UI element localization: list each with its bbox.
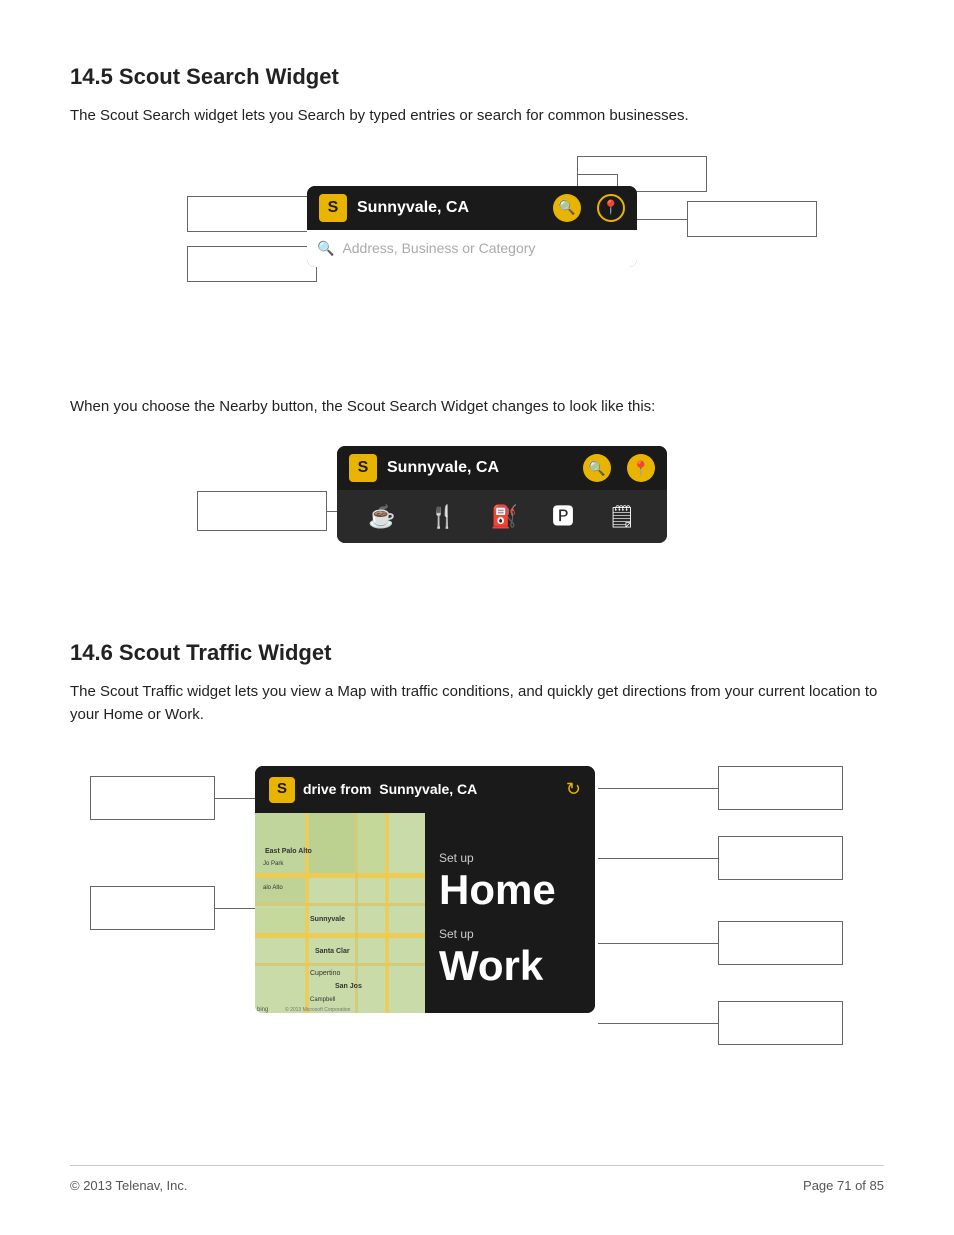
page-container: 14.5 Scout Search Widget The Scout Searc…: [0, 0, 954, 1186]
callout-line-tl1: [215, 798, 255, 799]
page-footer: © 2013 Telenav, Inc. Page 71 of 85: [70, 1165, 884, 1196]
search-bar-placeholder[interactable]: Address, Business or Category: [342, 238, 535, 259]
callout-box-nearby: [197, 491, 327, 531]
coffee-icon[interactable]: ☕: [368, 500, 395, 533]
footer-copyright: © 2013 Telenav, Inc.: [70, 1176, 188, 1196]
home-text[interactable]: Home: [439, 869, 581, 911]
svg-text:Cupertino: Cupertino: [310, 970, 340, 977]
svg-text:Santa Clar: Santa Clar: [315, 948, 350, 955]
scout-nearby-search-icon[interactable]: 🔍: [583, 454, 611, 482]
scout-logo-nearby: S: [349, 454, 377, 482]
scout-nearby-icon[interactable]: 📍: [597, 194, 625, 222]
scout-nearby-widget: S Sunnyvale, CA 🔍 📍 ☕ 🍴 ⛽ 🅿 🗒: [337, 446, 667, 543]
section-14-6-description: The Scout Traffic widget lets you view a…: [70, 681, 884, 726]
refresh-icon[interactable]: ↻: [566, 776, 581, 803]
callout-box-tr3: [718, 921, 843, 965]
scout-nearby-header: S Sunnyvale, CA 🔍 📍: [337, 446, 667, 490]
traffic-header-text: drive from Sunnyvale, CA: [303, 779, 566, 800]
traffic-header: S drive from Sunnyvale, CA ↻: [255, 766, 595, 813]
traffic-diagram: S drive from Sunnyvale, CA ↻: [70, 746, 890, 1086]
scout-search-icon[interactable]: 🔍: [553, 194, 581, 222]
section-14-6-title: 14.6 Scout Traffic Widget: [70, 636, 884, 669]
traffic-body: East Palo Alto Jo Park alo Alto Sunnyval…: [255, 813, 595, 1013]
callout-line-tr3: [598, 943, 718, 944]
footer-page-info: Page 71 of 85: [803, 1176, 884, 1196]
callout-box-tl1: [90, 776, 215, 820]
setup-home-label: Set up: [439, 849, 581, 867]
scout-search-widget: S Sunnyvale, CA 🔍 📍 🔍 Address, Business …: [307, 186, 637, 267]
svg-text:Campbell: Campbell: [310, 997, 335, 1003]
callout-line-tr4: [598, 1023, 718, 1024]
scout-search-bar: 🔍 Address, Business or Category: [307, 230, 637, 267]
scout-nearby-diagram: S Sunnyvale, CA 🔍 📍 ☕ 🍴 ⛽ 🅿 🗒: [177, 436, 777, 586]
callout-box-4: [687, 201, 817, 237]
traffic-widget: S drive from Sunnyvale, CA ↻: [255, 766, 595, 1013]
section-14-5-description: The Scout Search widget lets you Search …: [70, 105, 884, 128]
traffic-map: East Palo Alto Jo Park alo Alto Sunnyval…: [255, 813, 425, 1013]
section-14-6: 14.6 Scout Traffic Widget The Scout Traf…: [70, 636, 884, 1086]
callout-box-3: [187, 246, 317, 282]
svg-text:East Palo Alto: East Palo Alto: [265, 848, 312, 855]
section-14-5: 14.5 Scout Search Widget The Scout Searc…: [70, 60, 884, 586]
callout-line-tr1: [598, 788, 718, 789]
search-bar-icon: 🔍: [317, 238, 334, 259]
scout-location: Sunnyvale, CA: [357, 196, 553, 220]
svg-text:Sunnyvale: Sunnyvale: [310, 916, 345, 923]
svg-text:Jo Park: Jo Park: [263, 861, 284, 867]
work-text[interactable]: Work: [439, 945, 581, 987]
nearby-intro: When you choose the Nearby button, the S…: [70, 396, 884, 419]
parking-icon[interactable]: 🅿: [552, 500, 574, 533]
food-icon[interactable]: 🍴: [429, 500, 456, 533]
traffic-logo: S: [269, 777, 295, 803]
callout-box-2: [187, 196, 317, 232]
scout-widget-header: S Sunnyvale, CA 🔍 📍: [307, 186, 637, 230]
scout-nearby-categories: ☕ 🍴 ⛽ 🅿 🗒: [337, 490, 667, 543]
svg-text:alo Alto: alo Alto: [263, 885, 283, 891]
callout-line-1: [577, 174, 617, 175]
svg-text:San Jos: San Jos: [335, 983, 362, 990]
callout-box-tr1: [718, 766, 843, 810]
setup-work-label: Set up: [439, 925, 581, 943]
other-icon[interactable]: 🗒: [608, 500, 636, 533]
callout-line-tl2: [215, 908, 255, 909]
map-svg: East Palo Alto Jo Park alo Alto Sunnyval…: [255, 813, 425, 1013]
callout-box-tl2: [90, 886, 215, 930]
fuel-icon[interactable]: ⛽: [491, 500, 518, 533]
drive-from-label: drive from: [303, 781, 371, 797]
traffic-location: Sunnyvale, CA: [379, 781, 477, 797]
callout-box-tr2: [718, 836, 843, 880]
section-14-5-title: 14.5 Scout Search Widget: [70, 60, 884, 93]
svg-text:bing: bing: [257, 1007, 268, 1013]
callout-box-tr4: [718, 1001, 843, 1045]
traffic-side: Set up Home Set up Work: [425, 813, 595, 1013]
scout-nearby-location-icon[interactable]: 📍: [627, 454, 655, 482]
scout-nearby-location: Sunnyvale, CA: [387, 456, 583, 480]
scout-search-diagram: S Sunnyvale, CA 🔍 📍 🔍 Address, Business …: [127, 146, 827, 366]
scout-logo: S: [319, 194, 347, 222]
callout-line-tr2: [598, 858, 718, 859]
callout-line-4: [637, 219, 687, 220]
svg-text:© 2013 Microsoft Corporation: © 2013 Microsoft Corporation: [285, 1006, 351, 1013]
